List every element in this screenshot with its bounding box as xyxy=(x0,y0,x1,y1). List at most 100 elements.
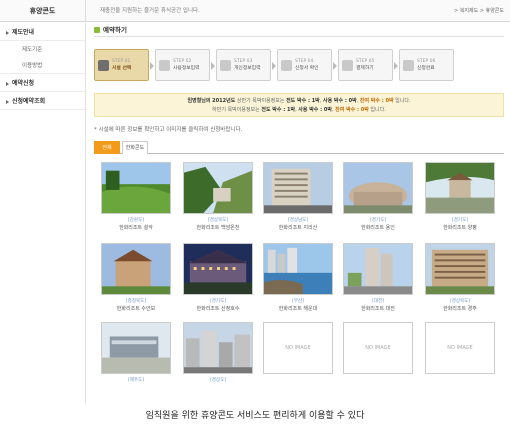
resort-card[interactable]: [강원도] 한화리조트 설악 xyxy=(100,162,172,231)
resort-card[interactable]: [경상도] xyxy=(182,322,254,383)
resort-card[interactable]: [부산] 한화리조트 해운대 xyxy=(262,243,334,312)
resort-card[interactable]: [경기도] 한화리조트 용인 xyxy=(342,162,414,231)
resort-card[interactable]: [경기도] 한화리조트 양평 xyxy=(424,162,496,231)
breadcrumb[interactable]: > 복지제도 > 휴양콘도 xyxy=(454,0,504,22)
step-label: 신청서 확인 xyxy=(295,66,319,71)
resort-photo[interactable] xyxy=(425,162,495,214)
resort-card[interactable]: [경상북도] 한화리조트 백암온천 xyxy=(182,162,254,231)
step-label: 시설 선택 xyxy=(112,66,132,71)
resort-name[interactable]: 한화리조트 설악 xyxy=(100,224,172,231)
resort-region: [충청북도] xyxy=(125,299,147,304)
step-4: STEP 04 신청서 확인 xyxy=(277,49,337,81)
notice-total: 전도 박수 : 1박 xyxy=(286,98,320,104)
step-number: STEP 02 xyxy=(173,59,192,64)
tab-all[interactable]: 전체 xyxy=(94,141,120,154)
resort-photo[interactable] xyxy=(101,322,171,374)
step-1: STEP 01 시설 선택 xyxy=(94,49,154,81)
resort-region: [부산] xyxy=(292,299,304,304)
resort-photo[interactable] xyxy=(183,322,253,374)
clipboard-icon xyxy=(159,59,170,71)
notice-remaining: 잔여 박수 : 0박 xyxy=(335,107,369,113)
resort-name[interactable]: 한화리조트 용인 xyxy=(342,224,414,231)
notice-remaining: 잔여 박수 : 0박 xyxy=(359,98,394,104)
sidebar-item-label: 제도안내 xyxy=(12,29,35,36)
resort-region: [경상도] xyxy=(210,378,226,383)
step-5: STEP 05 결제하기 xyxy=(338,49,398,81)
notice-used: 사용 박수 : 0박 xyxy=(298,107,332,113)
step-number: STEP 04 xyxy=(295,59,314,64)
resort-card[interactable]: [제주도] xyxy=(100,322,172,383)
resort-photo[interactable] xyxy=(343,243,413,295)
no-image-placeholder[interactable]: NO IMAGE xyxy=(343,322,413,374)
resort-name[interactable]: 한화리조트 수안보 xyxy=(100,305,172,312)
resort-card[interactable]: NO IMAGE xyxy=(424,322,496,374)
step-number: STEP 01 xyxy=(112,59,131,64)
sidebar-item-reservation[interactable]: 예약신청 xyxy=(0,74,85,92)
resort-photo[interactable] xyxy=(183,162,253,214)
resort-region: [제주도] xyxy=(128,378,144,383)
resort-region: [경상북도] xyxy=(449,299,471,304)
step-number: STEP 03 xyxy=(234,59,253,64)
resort-region: [경상북도] xyxy=(207,218,229,223)
main-content: 예약하기 STEP 01 시설 선택 STEP 02 사용정보입력 STEP 03 개… xyxy=(94,23,504,383)
resort-photo[interactable] xyxy=(183,243,253,295)
step-3: STEP 03 개인정보입력 xyxy=(216,49,276,81)
image-caption: 임직원을 위한 휴양콘도 서비스도 편리하게 이용할 수 있다 xyxy=(145,411,365,421)
resort-photo[interactable] xyxy=(425,243,495,295)
sidebar-item-usage[interactable]: 이용방법 xyxy=(0,57,85,74)
notice-line-second-half: 하반기 목박이용정보는 전도 박수 : 1박, 사용 박수 : 0박, 잔여 박… xyxy=(95,106,503,115)
top-bar: 휴양콘도 재충전을 지원하는 즐거운 휴식공간 입니다. > 복지제도 > 휴양… xyxy=(0,0,510,22)
step-number: STEP 05 xyxy=(356,59,375,64)
resort-card[interactable]: NO IMAGE xyxy=(342,322,414,374)
resort-name[interactable]: 한화리조트 대전 xyxy=(342,305,414,312)
resort-card[interactable]: [대전] 한화리조트 대전 xyxy=(342,243,414,312)
page-title-text: 예약하기 xyxy=(103,25,127,34)
id-card-icon xyxy=(220,59,231,71)
chevron-right-icon xyxy=(394,62,398,70)
notice-line-first-half: 임영철님의 2012년도 상반기 목박이용정보는 전도 박수 : 1박, 사용 … xyxy=(95,97,503,106)
resort-name[interactable]: 한화리조트 양평 xyxy=(424,224,496,231)
resort-card[interactable]: [경상남도] 한화리조트 지리산 xyxy=(262,162,334,231)
step-label: 결제하기 xyxy=(356,66,374,71)
resort-photo[interactable] xyxy=(263,243,333,295)
resort-photo[interactable] xyxy=(101,162,171,214)
notice-total: 전도 박수 : 1박 xyxy=(261,107,296,113)
chevron-right-icon xyxy=(272,62,276,70)
resort-region: [경기도] xyxy=(452,218,468,223)
selection-hint: * 시설에 따른 정보를 확인하고 이미지를 클릭하여 신청바랍니다. xyxy=(94,127,243,133)
resort-region: [경상남도] xyxy=(287,218,309,223)
step-progress: STEP 01 시설 선택 STEP 02 사용정보입력 STEP 03 개인정보입력… xyxy=(94,49,504,81)
resort-photo[interactable] xyxy=(263,162,333,214)
resort-name[interactable]: 한화리조트 산정호수 xyxy=(182,305,254,312)
home-icon xyxy=(98,59,109,71)
chevron-right-icon xyxy=(211,62,215,70)
sidebar-item-label: 신청예약조회 xyxy=(12,98,46,105)
resort-name[interactable]: 한화리조트 경주 xyxy=(424,305,496,312)
page-title: 예약하기 xyxy=(94,23,504,37)
sidebar-item-inquiry[interactable]: 신청예약조회 xyxy=(0,92,85,110)
sidebar-item-label: 예약신청 xyxy=(12,80,35,87)
resort-card[interactable]: [경상북도] 한화리조트 경주 xyxy=(424,243,496,312)
resort-photo[interactable] xyxy=(101,243,171,295)
sidebar-item-guide[interactable]: 제도안내 xyxy=(0,23,85,41)
resort-name[interactable]: 한화리조트 백암온천 xyxy=(182,224,254,231)
resort-card[interactable]: NO IMAGE xyxy=(262,322,334,374)
notice-user: 임영철님의 2012년도 xyxy=(187,98,236,104)
resort-region: [강원도] xyxy=(128,218,144,223)
chevron-right-icon xyxy=(150,62,154,70)
tab-hanwha[interactable]: 한화콘도 xyxy=(122,141,148,154)
notice-end: 입니다. xyxy=(393,98,411,104)
notice-end: 입니다. xyxy=(368,107,386,113)
resort-card[interactable]: [충청북도] 한화리조트 수안보 xyxy=(100,243,172,312)
notice-used: 사용 박수 : 0박 xyxy=(322,98,357,104)
resort-name[interactable]: 한화리조트 해운대 xyxy=(262,305,334,312)
sidebar-item-criteria[interactable]: 제도기준 xyxy=(0,41,85,57)
step-number: STEP 06 xyxy=(417,59,436,64)
resort-photo[interactable] xyxy=(343,162,413,214)
tagline: 재충전을 지원하는 즐거운 휴식공간 입니다. xyxy=(100,8,200,14)
no-image-placeholder[interactable]: NO IMAGE xyxy=(263,322,333,374)
step-2: STEP 02 사용정보입력 xyxy=(155,49,215,81)
no-image-placeholder[interactable]: NO IMAGE xyxy=(425,322,495,374)
resort-card[interactable]: [경기도] 한화리조트 산정호수 xyxy=(182,243,254,312)
resort-name[interactable]: 한화리조트 지리산 xyxy=(262,224,334,231)
